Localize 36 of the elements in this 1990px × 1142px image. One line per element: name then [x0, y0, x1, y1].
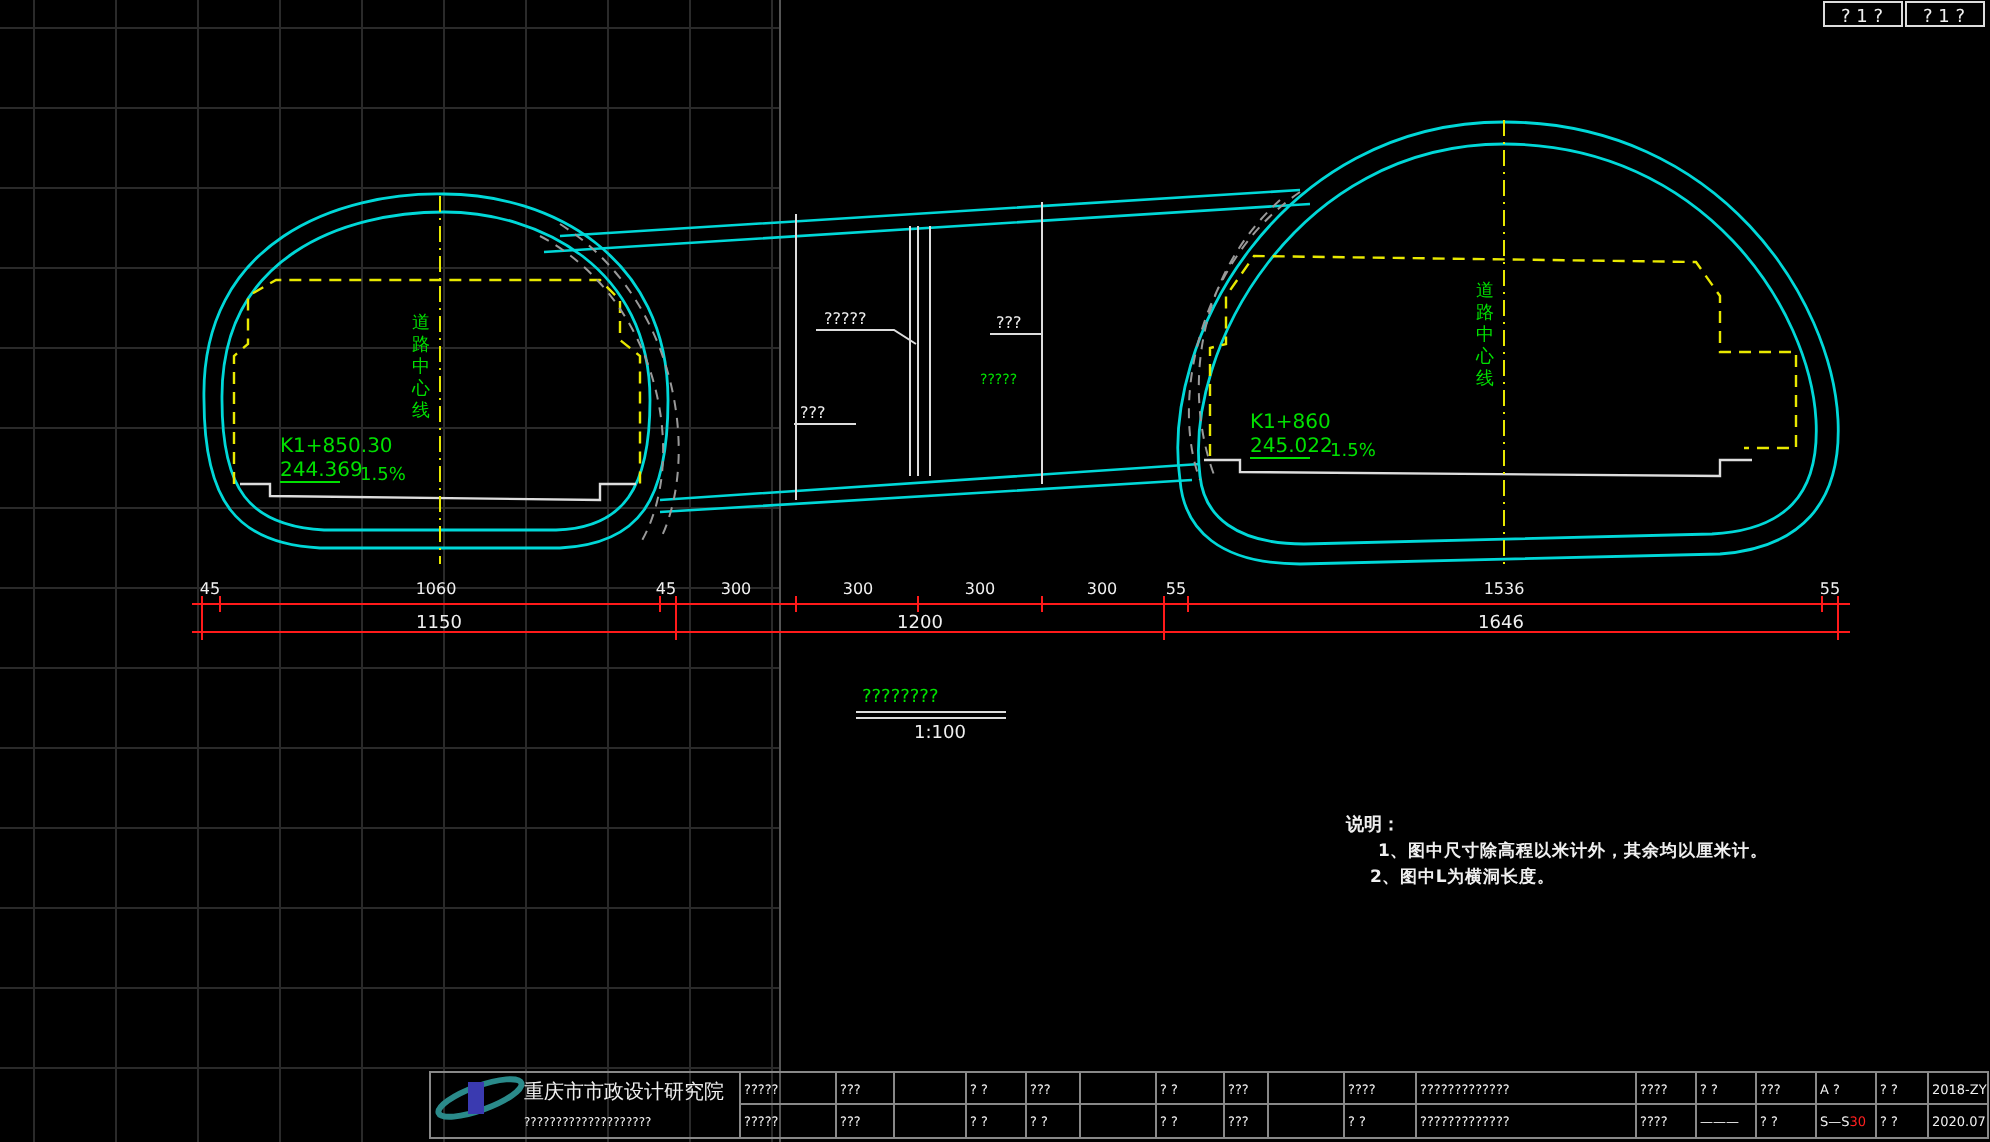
station-label: K1+860 [1250, 412, 1331, 434]
dimension-label: 1646 [1478, 614, 1524, 634]
dimension-label: 300 [842, 580, 874, 598]
dimension-label: 1150 [416, 614, 462, 634]
centerline-label: 道路中心线 [1476, 282, 1494, 390]
institute-logo-icon [435, 1076, 525, 1120]
dimension-label: 300 [720, 580, 752, 598]
dimension-label: 1200 [897, 614, 943, 634]
dimension-label: 1060 [415, 580, 457, 598]
callout-label: ??? [800, 404, 826, 422]
note-text: 2、图中L为横洞长度。 [1370, 868, 1555, 888]
dimension-label: 300 [964, 580, 996, 598]
callout-label: ????? [824, 310, 867, 328]
dimension-label: 55 [1819, 580, 1841, 598]
notes-heading: 说明： [1346, 816, 1400, 836]
scale-label: 1:100 [914, 724, 966, 744]
dimension-label: 300 [1086, 580, 1118, 598]
dimension-label: 1536 [1483, 580, 1525, 598]
elevation-label: 245.022 [1250, 436, 1333, 458]
institute-name: 重庆市市政设计研究院 [524, 1082, 724, 1104]
sheet-tag: ? 1 ? [1905, 1, 1985, 28]
dimension-label: 45 [199, 580, 221, 598]
dimension-label: 55 [1165, 580, 1187, 598]
centerline-label: 道路中心线 [412, 314, 430, 422]
slope-label: 1.5% [1330, 442, 1376, 462]
slope-label: 1.5% [360, 466, 406, 486]
note-text: 1、图中尺寸除高程以米计外，其余均以厘米计。 [1378, 842, 1768, 862]
section-title: ???????? [862, 688, 939, 708]
leader-line [793, 423, 857, 425]
station-label: K1+850.30 [280, 436, 393, 458]
callout-label: ??? [996, 314, 1022, 332]
leader-line [989, 333, 1043, 335]
sheet-tag: ? 1 ? [1823, 1, 1903, 28]
leader-line [815, 329, 917, 345]
dimension-label: 45 [655, 580, 677, 598]
elevation-label: 244.369 [280, 460, 363, 482]
